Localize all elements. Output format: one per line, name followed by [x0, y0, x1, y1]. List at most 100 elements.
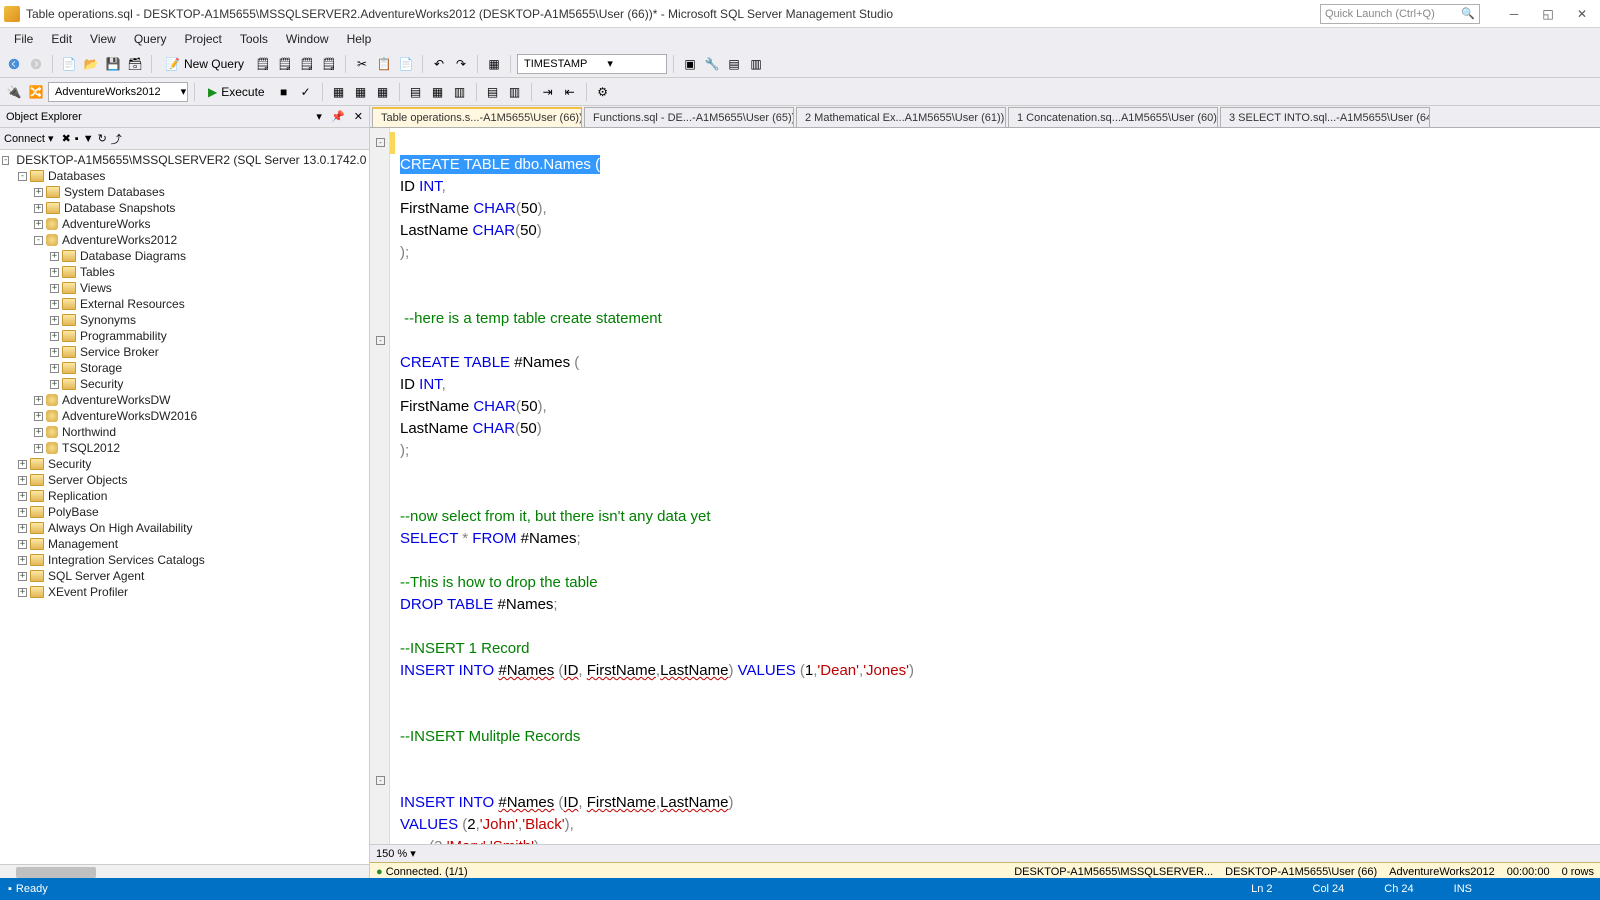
specify-values-icon[interactable]: ⚙ — [593, 82, 613, 102]
close-icon[interactable]: ✕ — [354, 111, 363, 123]
database-dropdown[interactable]: AdventureWorks2012 ▾ — [48, 82, 188, 102]
code-content[interactable]: CREATE TABLE dbo.Names ( ID INT, FirstNa… — [396, 128, 1600, 844]
results-grid-icon[interactable]: ▦ — [428, 82, 448, 102]
filter-icon[interactable]: ▼ — [83, 133, 94, 145]
tab-select-into[interactable]: 3 SELECT INTO.sql...-A1M5655\User (64)) — [1220, 107, 1430, 127]
tree-item[interactable]: +PolyBase — [0, 504, 369, 520]
menu-help[interactable]: Help — [339, 30, 380, 48]
search-icon[interactable]: ⤴ — [111, 131, 122, 147]
tree-item[interactable]: +Tables — [0, 264, 369, 280]
tree-item[interactable]: +Views — [0, 280, 369, 296]
close-button[interactable]: ✕ — [1568, 4, 1596, 24]
open-button[interactable]: 📂 — [81, 54, 101, 74]
tree-item[interactable]: +Northwind — [0, 424, 369, 440]
template-explorer-icon[interactable]: ▤ — [724, 54, 744, 74]
minimize-button[interactable]: ─ — [1500, 4, 1528, 24]
outdent-icon[interactable]: ⇤ — [560, 82, 580, 102]
tree-item-adventureworks2012[interactable]: -AdventureWorks2012 — [0, 232, 369, 248]
object-explorer-tree[interactable]: -DESKTOP-A1M5655\MSSQLSERVER2 (SQL Serve… — [0, 150, 369, 864]
tree-item[interactable]: +SQL Server Agent — [0, 568, 369, 584]
include-plan-icon[interactable]: ▦ — [351, 82, 371, 102]
back-button[interactable] — [4, 54, 24, 74]
solution-icon[interactable]: ▦ — [484, 54, 504, 74]
tree-item[interactable]: +Database Diagrams — [0, 248, 369, 264]
query-type-2-icon[interactable]: 🗒 — [275, 54, 295, 74]
menu-edit[interactable]: Edit — [43, 30, 80, 48]
tree-item[interactable]: +Security — [0, 376, 369, 392]
menu-project[interactable]: Project — [177, 30, 230, 48]
tree-item[interactable]: +AdventureWorks — [0, 216, 369, 232]
activity-monitor-icon[interactable]: 🔧 — [702, 54, 722, 74]
tree-item[interactable]: +AdventureWorksDW — [0, 392, 369, 408]
new-item-button[interactable]: 📄 — [59, 54, 79, 74]
collapse-icon[interactable]: - — [376, 138, 385, 147]
code-editor[interactable]: - - - CREATE TABLE dbo.Names ( ID INT, F… — [370, 128, 1600, 844]
tree-item[interactable]: +Database Snapshots — [0, 200, 369, 216]
properties-icon[interactable]: ▥ — [746, 54, 766, 74]
indent-icon[interactable]: ⇥ — [538, 82, 558, 102]
redo-icon[interactable]: ↷ — [451, 54, 471, 74]
undo-icon[interactable]: ↶ — [429, 54, 449, 74]
comment-icon[interactable]: ▤ — [483, 82, 503, 102]
execute-button[interactable]: ▶ Execute — [201, 82, 272, 102]
tree-item[interactable]: +Server Objects — [0, 472, 369, 488]
refresh-icon[interactable]: ↻ — [98, 132, 107, 145]
connect-button[interactable]: Connect ▾ — [4, 132, 54, 145]
menu-view[interactable]: View — [82, 30, 124, 48]
connection-icon[interactable]: 🔌 — [4, 82, 24, 102]
tree-item[interactable]: +Always On High Availability — [0, 520, 369, 536]
parse-icon[interactable]: ✓ — [296, 82, 316, 102]
save-all-button[interactable]: 🗃 — [125, 54, 145, 74]
zoom-dropdown[interactable]: 150 % ▾ — [376, 847, 416, 860]
disconnect-icon[interactable]: ✖ — [62, 132, 71, 145]
tree-item[interactable]: +System Databases — [0, 184, 369, 200]
change-connection-icon[interactable]: 🔀 — [26, 82, 46, 102]
collapse-icon[interactable]: - — [376, 776, 385, 785]
tab-table-operations[interactable]: Table operations.s...-A1M5655\User (66))… — [372, 107, 582, 127]
cut-icon[interactable]: ✂ — [352, 54, 372, 74]
restore-button[interactable]: ◱ — [1534, 4, 1562, 24]
display-plan-icon[interactable]: ▦ — [329, 82, 349, 102]
tree-item[interactable]: +AdventureWorksDW2016 — [0, 408, 369, 424]
tab-mathematical[interactable]: 2 Mathematical Ex...A1M5655\User (61)) — [796, 107, 1006, 127]
tree-item[interactable]: +TSQL2012 — [0, 440, 369, 456]
menu-file[interactable]: File — [6, 30, 41, 48]
tab-functions[interactable]: Functions.sql - DE...-A1M5655\User (65)) — [584, 107, 794, 127]
type-dropdown[interactable]: TIMESTAMP ▾ — [517, 54, 667, 74]
quick-launch-input[interactable]: Quick Launch (Ctrl+Q) 🔍 — [1320, 4, 1480, 24]
tree-item[interactable]: +External Resources — [0, 296, 369, 312]
save-button[interactable]: 💾 — [103, 54, 123, 74]
tree-item[interactable]: +XEvent Profiler — [0, 584, 369, 600]
tree-item[interactable]: +Programmability — [0, 328, 369, 344]
menu-window[interactable]: Window — [278, 30, 337, 48]
tree-item[interactable]: +Service Broker — [0, 344, 369, 360]
dropdown-icon[interactable]: ▾ — [316, 111, 322, 123]
forward-button[interactable] — [26, 54, 46, 74]
pin-icon[interactable]: 📌 — [331, 111, 345, 123]
results-text-icon[interactable]: ▤ — [406, 82, 426, 102]
menu-tools[interactable]: Tools — [232, 30, 276, 48]
registered-servers-icon[interactable]: ▣ — [680, 54, 700, 74]
results-file-icon[interactable]: ▥ — [450, 82, 470, 102]
stop-icon[interactable]: ▪ — [75, 133, 79, 145]
new-query-button[interactable]: 📝 New Query — [158, 54, 251, 74]
databases-node[interactable]: -Databases — [0, 168, 369, 184]
server-node[interactable]: -DESKTOP-A1M5655\MSSQLSERVER2 (SQL Serve… — [0, 152, 369, 168]
stop-icon[interactable]: ■ — [274, 82, 294, 102]
tree-item[interactable]: +Replication — [0, 488, 369, 504]
collapse-icon[interactable]: - — [376, 336, 385, 345]
query-type-3-icon[interactable]: 🗒 — [297, 54, 317, 74]
query-type-4-icon[interactable]: 🗒 — [319, 54, 339, 74]
tree-item[interactable]: +Management — [0, 536, 369, 552]
include-stats-icon[interactable]: ▦ — [373, 82, 393, 102]
tree-item[interactable]: +Security — [0, 456, 369, 472]
query-type-1-icon[interactable]: 🗒 — [253, 54, 273, 74]
tree-item[interactable]: +Synonyms — [0, 312, 369, 328]
tab-concatenation[interactable]: 1 Concatenation.sq...A1M5655\User (60)) — [1008, 107, 1218, 127]
menu-query[interactable]: Query — [126, 30, 175, 48]
tree-item[interactable]: +Integration Services Catalogs — [0, 552, 369, 568]
tree-item[interactable]: +Storage — [0, 360, 369, 376]
paste-icon[interactable]: 📄 — [396, 54, 416, 74]
uncomment-icon[interactable]: ▥ — [505, 82, 525, 102]
copy-icon[interactable]: 📋 — [374, 54, 394, 74]
